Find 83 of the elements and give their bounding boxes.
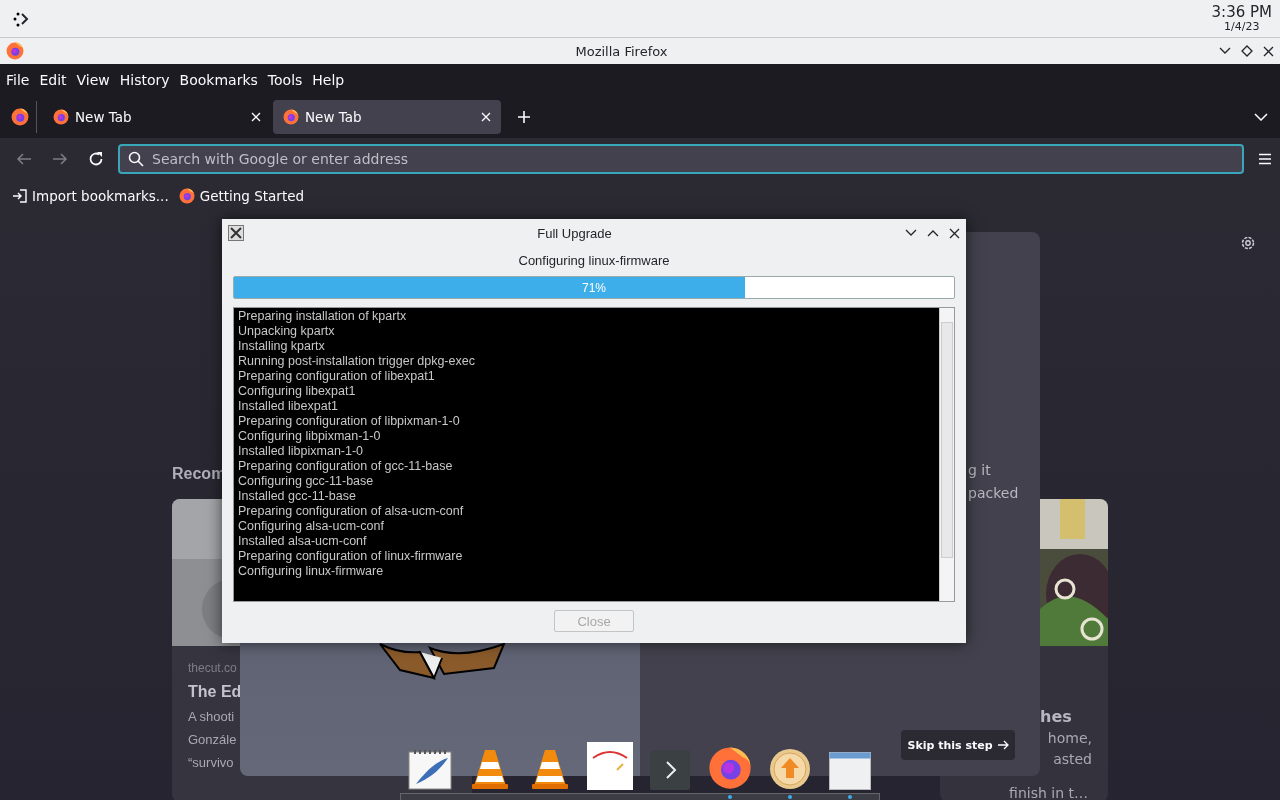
menu-item[interactable]: Edit bbox=[35, 72, 71, 88]
story-text: A shooti bbox=[188, 708, 235, 726]
firefox-icon bbox=[283, 109, 299, 125]
story-title: The Ed bbox=[188, 682, 242, 702]
terminal-icon[interactable] bbox=[650, 750, 690, 790]
tab-title: New Tab bbox=[75, 109, 133, 125]
log-line: Configuring gcc-11-base bbox=[238, 474, 375, 489]
bookmark-item[interactable]: Getting Started bbox=[178, 188, 305, 204]
log-line: Unpacking kpartx bbox=[238, 324, 336, 339]
firefox-icon bbox=[11, 108, 29, 126]
browser-tab[interactable]: New Tab bbox=[273, 100, 501, 134]
window-title: Mozilla Firefox bbox=[574, 43, 669, 59]
maximize-icon[interactable] bbox=[927, 229, 939, 237]
log-line: Installing kpartx bbox=[238, 339, 326, 354]
menu-icon[interactable] bbox=[1258, 153, 1272, 165]
log-line: Installed gcc-11-base bbox=[238, 489, 357, 504]
log-line: Configuring libpixman-1-0 bbox=[238, 429, 382, 444]
traffic-cone-icon[interactable] bbox=[470, 748, 510, 790]
story-text: finish in t… bbox=[1009, 784, 1088, 800]
menu-item[interactable]: Tools bbox=[263, 72, 307, 88]
maximize-icon[interactable] bbox=[1241, 45, 1253, 57]
story-source: thecut.co bbox=[188, 660, 237, 677]
running-indicator bbox=[788, 795, 792, 799]
firefox-icon bbox=[178, 188, 195, 204]
scrollbar[interactable] bbox=[939, 308, 954, 601]
image-thumbnail-icon[interactable] bbox=[587, 742, 633, 790]
settings-icon[interactable] bbox=[1240, 235, 1256, 251]
menu-item[interactable]: View bbox=[72, 72, 114, 88]
clock-date: 1/4/23 bbox=[1224, 21, 1260, 33]
firefox-icon bbox=[6, 42, 24, 60]
story-text: “survivo bbox=[188, 754, 234, 772]
address-bar[interactable]: Search with Google or enter address bbox=[118, 144, 1244, 174]
status-text: Configuring linux-firmware bbox=[517, 253, 671, 268]
dialog-title: Full Upgrade bbox=[536, 225, 613, 241]
close-icon[interactable] bbox=[1263, 45, 1274, 57]
close-icon[interactable] bbox=[949, 227, 960, 239]
arrow-right-icon bbox=[996, 740, 1009, 750]
story-text: home, bbox=[1047, 729, 1092, 748]
log-line: Preparing configuration of alsa-ucm-conf bbox=[238, 504, 465, 519]
notepad-feather-icon[interactable] bbox=[408, 748, 452, 790]
clock-time: 3:36 PM bbox=[1211, 4, 1272, 21]
log-line: Preparing configuration of linux-firmware bbox=[238, 549, 464, 564]
menu-item[interactable]: History bbox=[115, 72, 174, 88]
log-line: Installed libpixman-1-0 bbox=[238, 444, 365, 459]
tab-title: New Tab bbox=[305, 109, 363, 125]
log-line: Installed alsa-ucm-conf bbox=[238, 534, 368, 549]
minimize-icon[interactable] bbox=[1219, 47, 1231, 55]
story-text: Gonzále bbox=[188, 731, 237, 749]
log-line: Running post-installation trigger dpkg-exec bbox=[238, 354, 476, 369]
story-title: hes bbox=[1040, 706, 1072, 728]
running-indicator bbox=[728, 795, 732, 799]
sign-in-icon bbox=[12, 189, 27, 203]
firefox-icon bbox=[53, 109, 69, 125]
log-line: Preparing configuration of libpixman-1-0 bbox=[238, 414, 461, 429]
back-arrow-icon[interactable] bbox=[16, 153, 32, 165]
onboarding-text: g it bbox=[968, 461, 991, 480]
minimize-icon[interactable] bbox=[905, 229, 917, 237]
log-line: Preparing installation of kpartx bbox=[238, 309, 408, 324]
firefox-icon bbox=[708, 746, 752, 790]
onboarding-text: packed bbox=[968, 484, 1019, 503]
search-icon bbox=[128, 151, 144, 167]
log-line: Preparing configuration of gcc-11-base bbox=[238, 459, 454, 474]
chevron-down-icon[interactable] bbox=[1254, 113, 1268, 121]
log-line: Installed libexpat1 bbox=[238, 399, 340, 414]
running-indicator bbox=[848, 795, 852, 799]
log-line: Configuring linux-firmware bbox=[238, 564, 385, 579]
menu-item[interactable]: File bbox=[2, 72, 34, 88]
log-line: Configuring libexpat1 bbox=[238, 384, 357, 399]
traffic-cone-icon[interactable] bbox=[530, 748, 570, 790]
menu-item[interactable]: Help bbox=[308, 72, 349, 88]
window-icon[interactable] bbox=[829, 752, 871, 790]
browser-tab[interactable]: New Tab bbox=[43, 100, 271, 134]
plus-icon[interactable] bbox=[517, 110, 531, 124]
app-icon bbox=[228, 225, 244, 241]
story-text: asted bbox=[1053, 750, 1092, 769]
reload-icon[interactable] bbox=[88, 151, 104, 167]
skip-step-button[interactable]: Skip this step bbox=[901, 730, 1015, 760]
log-line: Configuring alsa-ucm-conf bbox=[238, 519, 385, 534]
bookmark-item[interactable]: Import bookmarks... bbox=[12, 188, 169, 204]
forward-arrow-icon[interactable] bbox=[52, 153, 68, 165]
menu-item[interactable]: Bookmarks bbox=[175, 72, 262, 88]
progress-text: 71% bbox=[581, 279, 607, 297]
log-line: Preparing configuration of libexpat1 bbox=[238, 369, 436, 384]
